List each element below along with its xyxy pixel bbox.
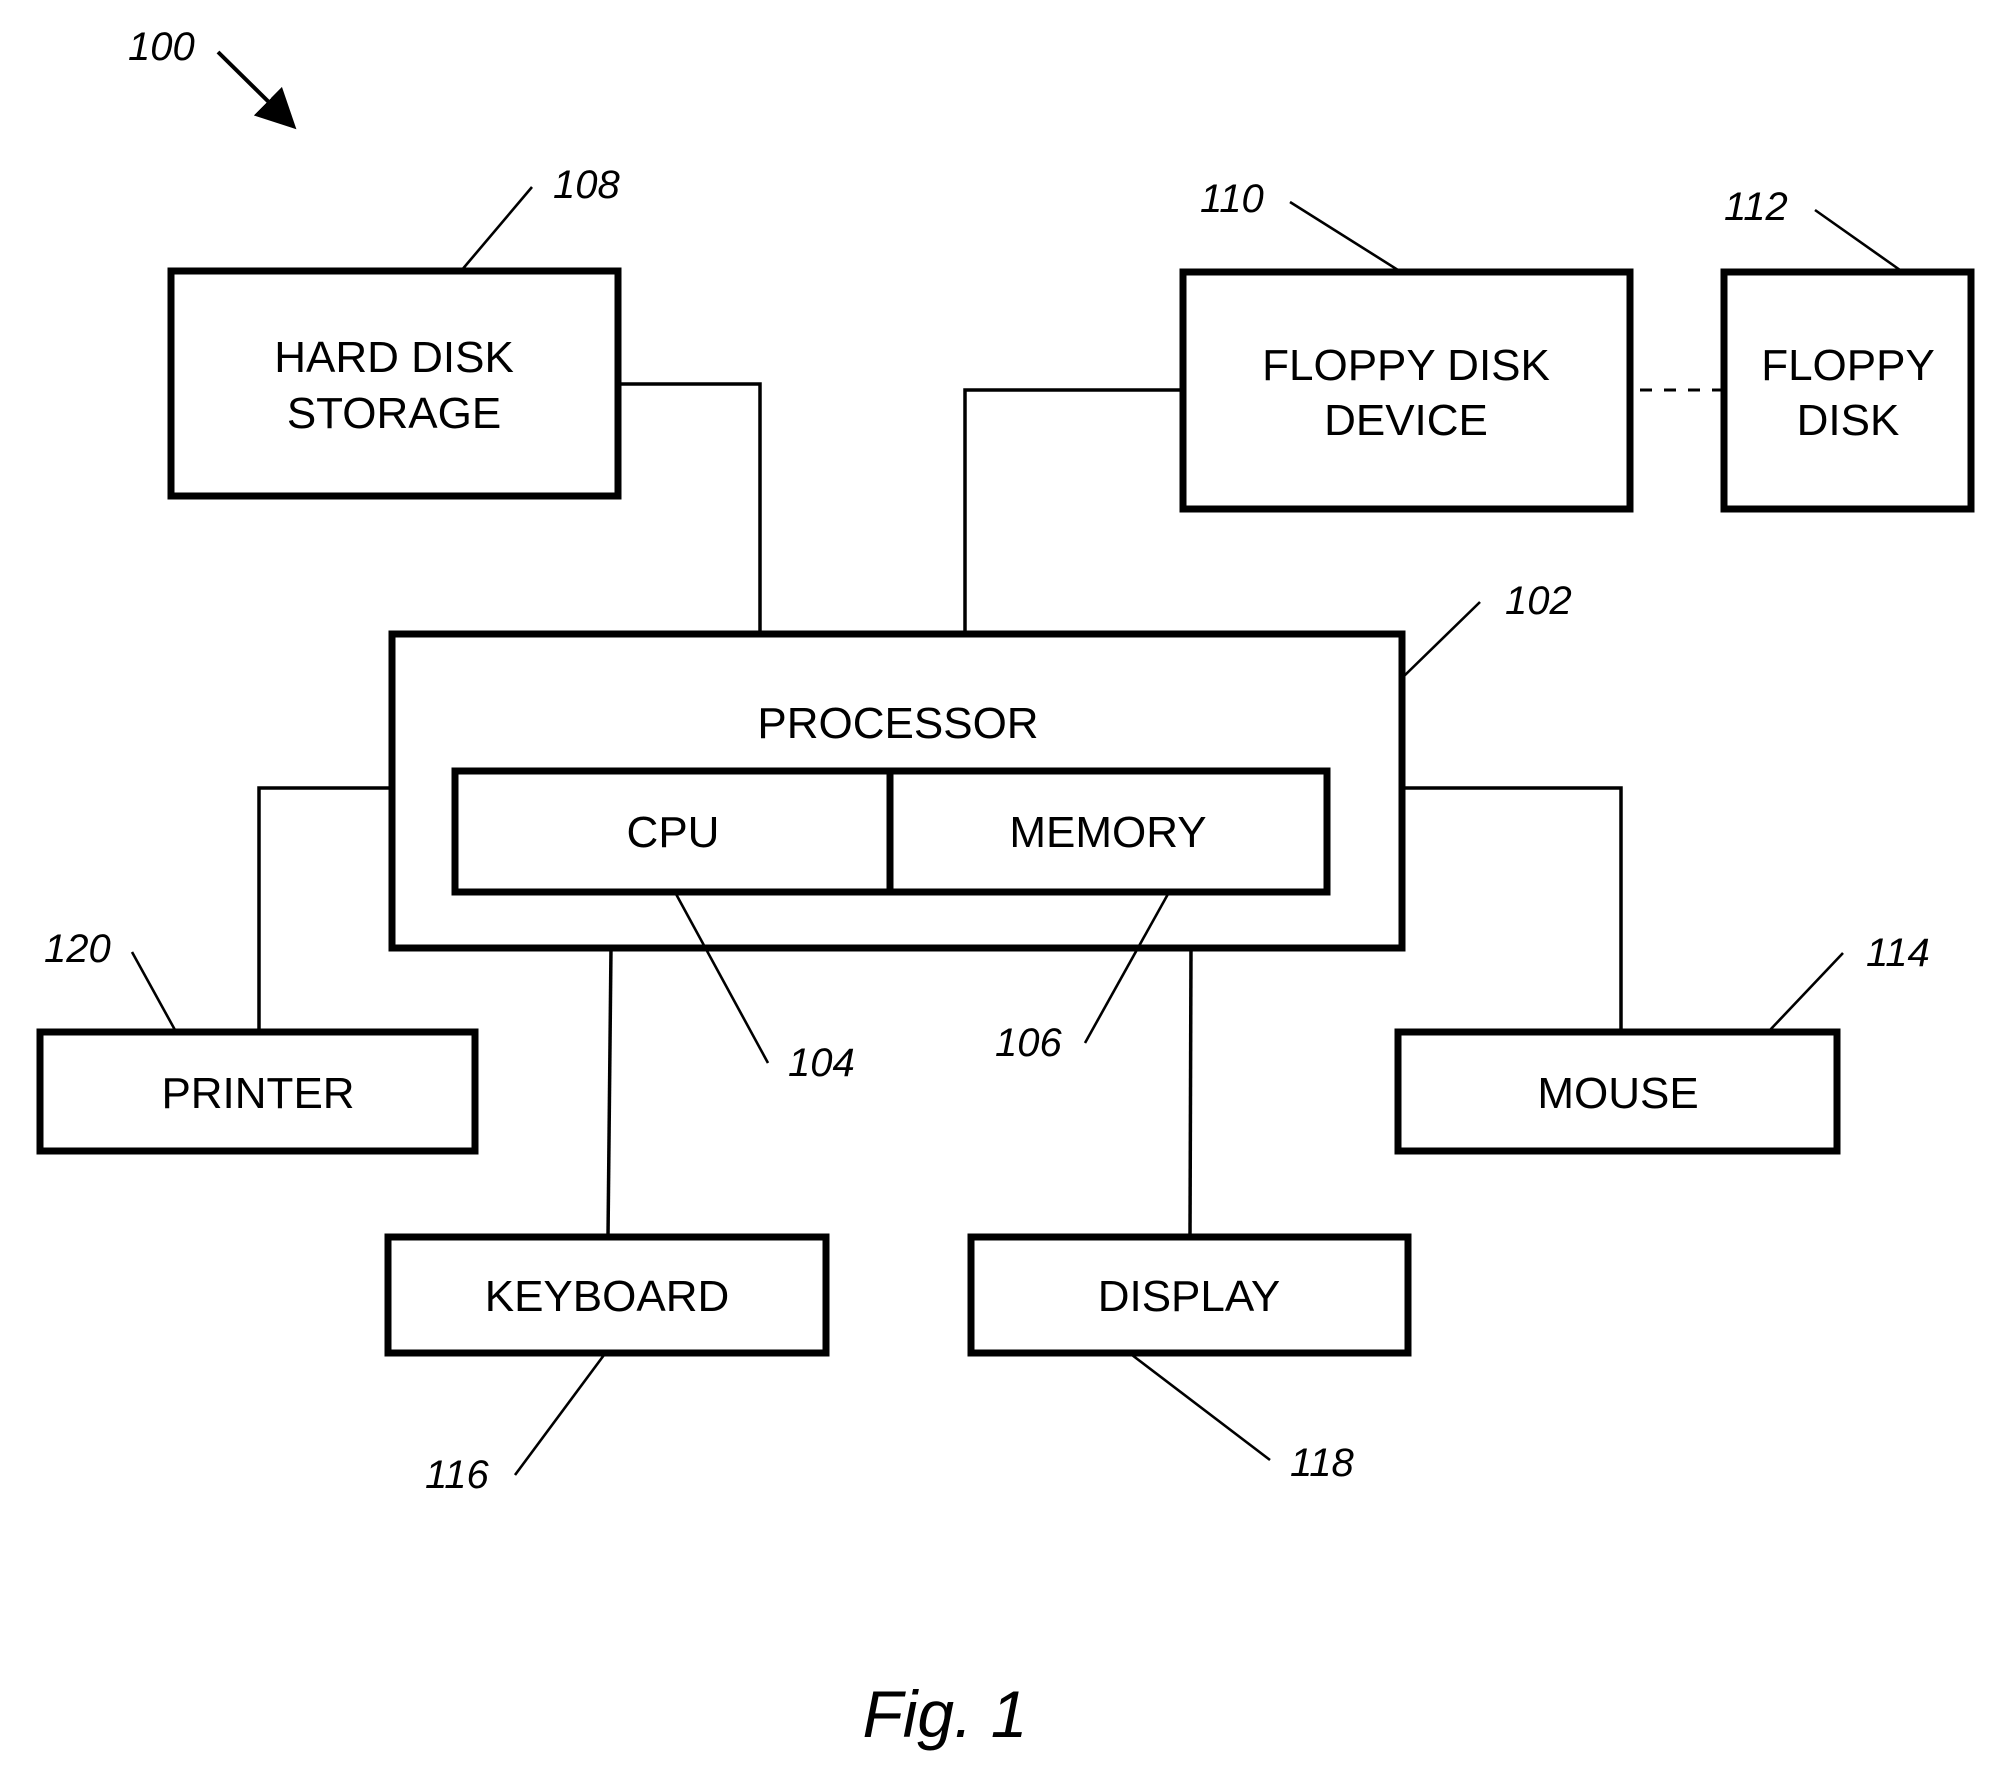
- display-label: DISPLAY: [1098, 1272, 1281, 1321]
- wire-keyboard-processor: [606, 947, 613, 1238]
- ref-label-118: 118: [1290, 1441, 1355, 1485]
- figure-caption: Fig. 1: [862, 1677, 1027, 1751]
- wire-floppy-device-processor: [963, 388, 1183, 634]
- leader-line-110: [1289, 200, 1399, 272]
- floppy-device-label-line2: DEVICE: [1324, 396, 1488, 445]
- ref-label-112: 112: [1724, 185, 1788, 229]
- ref-label-116: 116: [425, 1453, 490, 1497]
- leader-line-116: [513, 1354, 606, 1476]
- hard-disk-label-line1: HARD DISK: [274, 333, 514, 382]
- hard-disk-label-line2: STORAGE: [287, 389, 501, 438]
- floppy-disk-label-line2: DISK: [1797, 396, 1900, 445]
- block-floppy-disk-device: FLOPPY DISK DEVICE: [1179, 268, 1634, 513]
- leader-line-120: [130, 951, 177, 1031]
- block-hard-disk-storage: HARD DISK STORAGE: [167, 267, 622, 500]
- cpu-label: CPU: [627, 808, 720, 857]
- block-display: DISPLAY: [967, 1233, 1412, 1357]
- leader-line-118: [1131, 1353, 1271, 1462]
- system-arrow-icon: [216, 50, 297, 130]
- leader-line-108: [460, 186, 533, 272]
- wire-mouse-processor: [1402, 786, 1623, 1032]
- wire-hard-disk-processor: [618, 382, 762, 634]
- ref-label-108: 108: [553, 163, 620, 207]
- printer-label: PRINTER: [161, 1069, 354, 1118]
- processor-label: PROCESSOR: [757, 699, 1038, 748]
- ref-label-system: 100: [128, 25, 195, 69]
- ref-label-106: 106: [995, 1021, 1062, 1065]
- leader-line-112: [1814, 208, 1901, 272]
- floppy-disk-label-line1: FLOPPY: [1761, 341, 1935, 390]
- block-diagram: 100 HARD DISK STORAGE 108 FLOPPY DISK DE…: [36, 25, 1975, 1751]
- ref-label-114: 114: [1866, 931, 1930, 975]
- wire-printer-processor: [257, 786, 392, 1032]
- block-processor: PROCESSOR CPU MEMORY: [388, 630, 1406, 952]
- block-floppy-disk: FLOPPY DISK: [1720, 268, 1975, 513]
- ref-label-120: 120: [44, 927, 111, 971]
- wire-display-processor: [1188, 947, 1193, 1238]
- ref-label-110: 110: [1200, 177, 1264, 221]
- floppy-device-label-line1: FLOPPY DISK: [1262, 341, 1550, 390]
- keyboard-label: KEYBOARD: [485, 1272, 730, 1321]
- block-mouse: MOUSE: [1394, 1028, 1841, 1155]
- leader-line-114: [1769, 952, 1844, 1031]
- memory-label: MEMORY: [1009, 808, 1206, 857]
- block-printer: PRINTER: [36, 1028, 479, 1155]
- mouse-label: MOUSE: [1537, 1069, 1698, 1118]
- ref-label-104: 104: [788, 1041, 855, 1085]
- ref-label-102: 102: [1505, 579, 1572, 623]
- leader-line-102: [1401, 601, 1481, 679]
- block-keyboard: KEYBOARD: [384, 1233, 830, 1357]
